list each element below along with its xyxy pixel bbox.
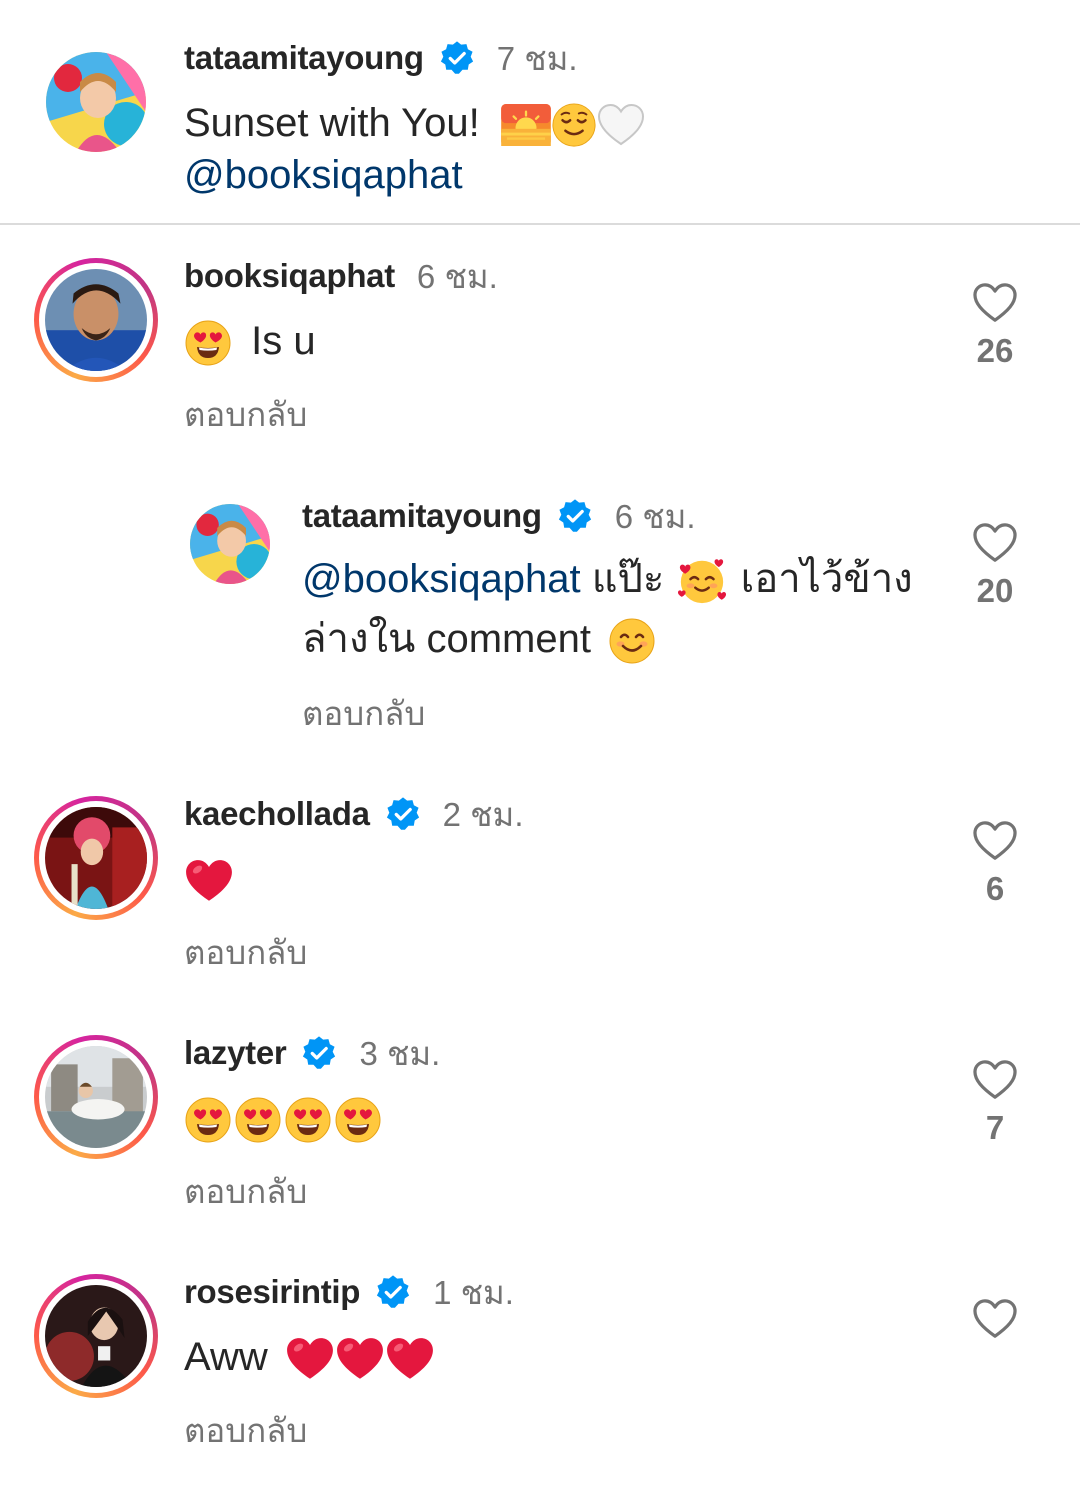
red-heart-emoji	[385, 1336, 435, 1382]
verified-badge-icon	[385, 796, 421, 832]
timestamp: 2 ชม.	[442, 795, 524, 833]
timestamp: 3 ชม.	[359, 1034, 441, 1072]
like-control: 26	[965, 282, 1025, 370]
verified-badge-icon	[557, 498, 593, 534]
comment-text: Is u	[184, 314, 316, 368]
comment: rosesirintip 1 ชม. Aww ตอบกลับ	[0, 1273, 1080, 1457]
comment-reply: tataamitayoung 6 ชม. @booksiqaphat แป๊ะ …	[0, 494, 1080, 734]
avatar[interactable]	[190, 504, 270, 584]
heart-outline-icon[interactable]	[972, 1059, 1018, 1101]
reply-button[interactable]: ตอบกลับ	[184, 388, 307, 441]
username[interactable]: lazyter	[184, 1034, 287, 1072]
comment-header: booksiqaphat 6 ชม.	[184, 254, 498, 298]
smiling-hearts-emoji	[675, 556, 729, 606]
reply-button[interactable]: ตอบกลับ	[302, 687, 425, 740]
comment-text: @booksiqaphat แป๊ะ เอาไว้ข้าง	[302, 552, 913, 606]
username[interactable]: tataamitayoung	[184, 39, 424, 77]
verified-badge-icon	[439, 40, 475, 76]
heart-eyes-emoji	[334, 1096, 382, 1144]
comment-text	[184, 852, 234, 906]
post-caption: tataamitayoung 7 ชม. Sunset with You! @b…	[0, 0, 1080, 225]
blush-emoji	[608, 617, 656, 665]
reply-button[interactable]: ตอบกลับ	[184, 1404, 307, 1457]
like-control: 20	[965, 522, 1025, 610]
like-control	[965, 1298, 1025, 1348]
comment-text-content: Is u	[251, 319, 316, 363]
avatar	[45, 1285, 147, 1387]
verified-badge-icon	[301, 1035, 337, 1071]
heart-outline-icon[interactable]	[972, 820, 1018, 862]
like-count: 20	[976, 572, 1014, 609]
verified-badge-icon	[375, 1274, 411, 1310]
reply-button[interactable]: ตอบกลับ	[184, 926, 307, 979]
comment-text-part: แป๊ะ	[591, 557, 665, 601]
username[interactable]: kaechollada	[184, 795, 370, 833]
avatar	[45, 807, 147, 909]
mention-link[interactable]: @booksiqaphat	[184, 153, 463, 197]
comment: kaechollada 2 ชม. ตอบกลับ 6	[0, 795, 1080, 979]
heart-outline-icon[interactable]	[972, 522, 1018, 564]
username[interactable]: booksiqaphat	[184, 257, 395, 295]
avatar[interactable]	[46, 52, 146, 152]
comment-header: lazyter 3 ชม.	[184, 1031, 440, 1075]
avatar	[45, 1046, 147, 1148]
sunrise-emoji	[501, 104, 551, 146]
red-heart-emoji	[285, 1336, 335, 1382]
timestamp: 6 ชม.	[416, 257, 498, 295]
heart-eyes-emoji	[284, 1096, 332, 1144]
mention-link[interactable]: @booksiqaphat	[302, 557, 581, 601]
like-control: 7	[965, 1059, 1025, 1147]
white-heart-emoji	[597, 103, 645, 147]
heart-eyes-emoji	[234, 1096, 282, 1144]
comment: booksiqaphat 6 ชม. Is u ตอบกลับ 26	[0, 257, 1080, 441]
avatar	[45, 269, 147, 371]
comment-text	[184, 1091, 382, 1145]
comment-text: Aww	[184, 1330, 435, 1384]
avatar-story-ring[interactable]	[34, 796, 158, 920]
like-count: 26	[976, 332, 1014, 369]
like-count: 7	[985, 1109, 1005, 1146]
caption-header: tataamitayoung 7 ชม.	[184, 36, 578, 80]
avatar-story-ring[interactable]	[34, 258, 158, 382]
heart-outline-icon[interactable]	[972, 282, 1018, 324]
comment: lazyter 3 ชม. ตอบกลับ 7	[0, 1034, 1080, 1218]
avatar-story-ring[interactable]	[34, 1035, 158, 1159]
heart-eyes-emoji	[184, 1096, 232, 1144]
comment-text-part: เอาไว้ข้าง	[740, 557, 913, 601]
comment-text-part: ล่างใน comment	[302, 617, 591, 661]
caption-mention-line: @booksiqaphat	[184, 148, 463, 202]
red-heart-emoji	[335, 1336, 385, 1382]
comment-text-line2: ล่างใน comment	[302, 612, 656, 666]
caption-text-content: Sunset with You!	[184, 101, 480, 145]
comment-header: kaechollada 2 ชม.	[184, 792, 523, 836]
comment-header: tataamitayoung 6 ชม.	[302, 494, 696, 538]
like-control: 6	[965, 820, 1025, 908]
reply-button[interactable]: ตอบกลับ	[184, 1165, 307, 1218]
username[interactable]: tataamitayoung	[302, 497, 542, 535]
timestamp: 6 ชม.	[614, 497, 696, 535]
heart-eyes-emoji	[184, 319, 232, 367]
comment-text-content: Aww	[184, 1335, 268, 1379]
like-count: 6	[985, 870, 1005, 907]
timestamp: 1 ชม.	[433, 1273, 514, 1311]
timestamp: 7 ชม.	[496, 39, 578, 77]
comment-header: rosesirintip 1 ชม.	[184, 1270, 514, 1314]
heart-outline-icon[interactable]	[972, 1298, 1018, 1340]
caption-text: Sunset with You!	[184, 96, 645, 150]
username[interactable]: rosesirintip	[184, 1273, 360, 1311]
relieved-face-emoji	[551, 102, 597, 148]
red-heart-emoji	[184, 858, 234, 904]
avatar-story-ring[interactable]	[34, 1274, 158, 1398]
